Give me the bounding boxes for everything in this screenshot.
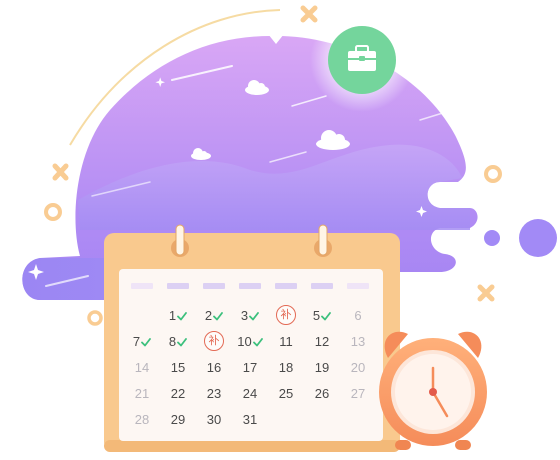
calendar-day: 3 xyxy=(232,302,268,328)
calendar-day: 13 xyxy=(340,328,376,354)
calendar-day: 27 xyxy=(340,380,376,406)
calendar-day: 11 xyxy=(268,328,304,354)
calendar-day-number: 16 xyxy=(206,359,222,375)
checkmark-icon xyxy=(249,311,260,320)
calendar-day-number: 31 xyxy=(242,411,258,427)
calendar-frame-shade xyxy=(104,440,400,452)
calendar-day: 17 xyxy=(232,354,268,380)
calendar-day: 7 xyxy=(124,328,160,354)
calendar-day-number: 3 xyxy=(240,307,249,323)
calendar-day: 16 xyxy=(196,354,232,380)
calendar-day-number: 8 xyxy=(168,333,177,349)
makeup-day-badge: 补 xyxy=(204,331,224,351)
calendar-day: 31 xyxy=(232,406,268,432)
calendar-day: 2 xyxy=(196,302,232,328)
calendar-day: 20 xyxy=(340,354,376,380)
bubble xyxy=(519,219,557,257)
calendar-day: 5 xyxy=(304,302,340,328)
cross-decoration xyxy=(52,163,69,181)
calendar-day: 19 xyxy=(304,354,340,380)
calendar-day-number: 27 xyxy=(350,385,366,401)
checkmark-icon xyxy=(321,311,332,320)
calendar-grid: 1 2 3 补 5 6 7 8 补 10 11 12 13 14 15 16 17 18 19 20 21 22 23 24 2… xyxy=(124,302,378,438)
calendar-day: 10 xyxy=(232,328,268,354)
calendar-day-number: 11 xyxy=(279,333,293,349)
calendar-day-number: 10 xyxy=(237,333,252,349)
calendar-day-number: 30 xyxy=(206,411,222,427)
ring-decoration xyxy=(87,310,103,326)
illustration-stage: 1 2 3 补 5 6 7 8 补 10 11 12 13 14 15 16 17 18 19 20 21 22 23 24 2… xyxy=(0,0,560,460)
calendar-day-number: 29 xyxy=(170,411,186,427)
checkmark-icon xyxy=(213,311,224,320)
calendar-day-number: 2 xyxy=(204,307,213,323)
calendar-day-number: 18 xyxy=(278,359,294,375)
bubble xyxy=(484,230,500,246)
calendar-day: 8 xyxy=(160,328,196,354)
calendar-day-number: 24 xyxy=(242,385,258,401)
calendar-day-number: 20 xyxy=(350,359,366,375)
calendar-day-number: 26 xyxy=(314,385,330,401)
calendar-day: 26 xyxy=(304,380,340,406)
calendar-day-number: 5 xyxy=(312,307,321,323)
calendar-day: 28 xyxy=(124,406,160,432)
calendar-day: 24 xyxy=(232,380,268,406)
calendar-day: 14 xyxy=(124,354,160,380)
calendar-day-number: 22 xyxy=(170,385,186,401)
calendar-day: 22 xyxy=(160,380,196,406)
calendar-day: 25 xyxy=(268,380,304,406)
checkmark-icon xyxy=(177,337,188,346)
makeup-day-badge: 补 xyxy=(276,305,296,325)
calendar-day: 12 xyxy=(304,328,340,354)
calendar-day-number: 13 xyxy=(350,333,366,349)
calendar-day: 6 xyxy=(340,302,376,328)
ring-decoration xyxy=(484,165,502,183)
calendar-day-number: 6 xyxy=(354,307,362,323)
calendar-day-number: 28 xyxy=(134,411,150,427)
calendar-day: 29 xyxy=(160,406,196,432)
calendar-day-number: 15 xyxy=(170,359,186,375)
calendar-day-number: 12 xyxy=(314,333,330,349)
calendar-day-number: 17 xyxy=(242,359,258,375)
calendar-day: 18 xyxy=(268,354,304,380)
cross-decoration xyxy=(300,5,318,23)
checkmark-icon xyxy=(252,337,263,346)
calendar-day: 23 xyxy=(196,380,232,406)
calendar-day: 21 xyxy=(124,380,160,406)
calendar-day-number: 21 xyxy=(134,385,150,401)
calendar-day-number: 25 xyxy=(278,385,294,401)
ring-decoration xyxy=(44,203,62,221)
calendar-day-number: 23 xyxy=(206,385,222,401)
calendar-day-number: 7 xyxy=(132,333,141,349)
checkmark-icon xyxy=(177,311,188,320)
calendar-day: 1 xyxy=(160,302,196,328)
cross-decoration xyxy=(477,284,495,302)
calendar-day: 15 xyxy=(160,354,196,380)
calendar-day-number: 19 xyxy=(314,359,330,375)
calendar-day: 30 xyxy=(196,406,232,432)
calendar-day-number: 14 xyxy=(134,359,150,375)
calendar-day-number: 1 xyxy=(168,307,177,323)
checkmark-icon xyxy=(141,337,152,346)
